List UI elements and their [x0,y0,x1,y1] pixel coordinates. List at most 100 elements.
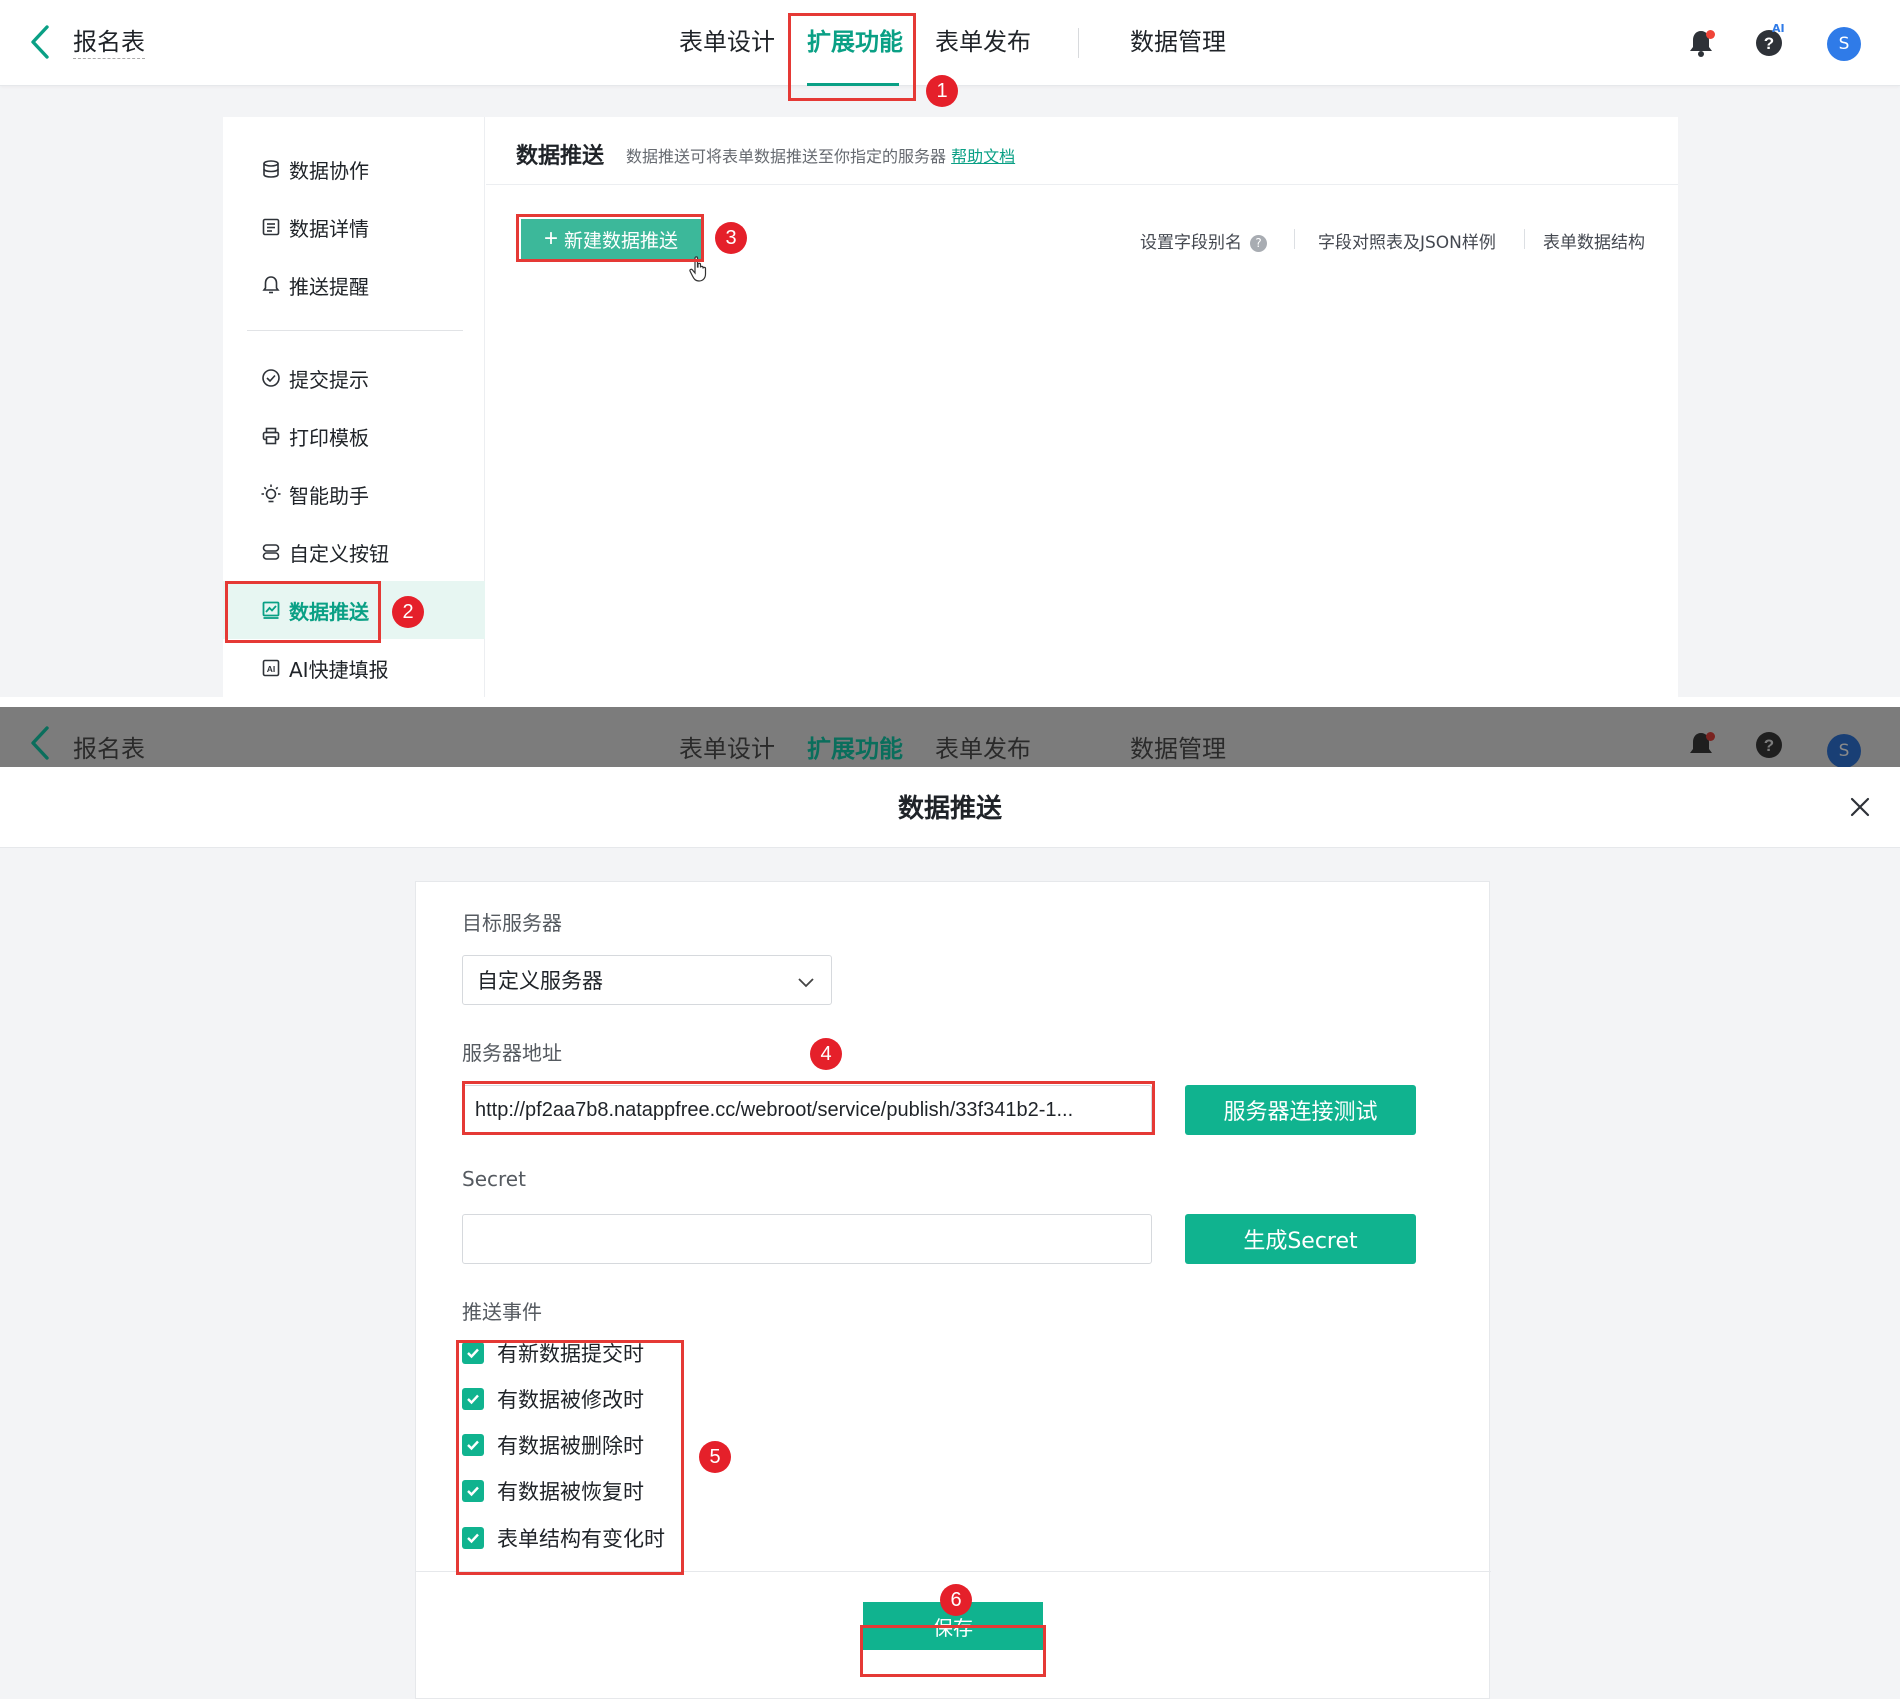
checkbox-checked-icon [462,1480,484,1502]
server-address-input[interactable] [462,1085,1152,1135]
link-separator [1524,229,1525,249]
ai-box-icon: AI [259,656,283,680]
hand-cursor-icon [688,255,710,287]
sidebar-item-label: AI快捷填报 [289,657,389,682]
event-checkbox-structure-changed[interactable]: 表单结构有变化时 [462,1522,665,1554]
lightbulb-icon [259,482,283,506]
form-title-dimmed: 报名表 [73,735,145,763]
target-server-select[interactable]: 自定义服务器 [462,955,832,1005]
sidebar-item-label: 自定义按钮 [289,541,389,566]
new-data-push-button[interactable]: + 新建数据推送 [521,219,701,259]
tab-form-design-dimmed: 表单设计 [679,735,775,763]
sidebar-divider [247,330,463,331]
plus-icon: + [543,225,558,252]
tab-form-publish[interactable]: 表单发布 [935,27,1031,57]
sidebar-item-submit-tip[interactable]: 提交提示 [223,349,485,407]
dimmed-navigation-bar: 报名表 表单设计 扩展功能 表单发布 数据管理 ? S [0,707,1900,767]
push-events-label: 推送事件 [462,1300,542,1324]
tab-extensions-dimmed: 扩展功能 [807,735,903,763]
page-description: 数据推送可将表单数据推送至你指定的服务器 帮助文档 [626,147,1016,166]
form-title[interactable]: 报名表 [73,27,145,59]
annotation-number-5: 5 [699,1441,731,1473]
chart-box-icon [259,598,283,622]
extension-content-card: 数据协作 数据详情 推送提醒 提交提示 打印模板 智能助手 自定义按钮 数据推送… [223,117,1678,697]
tab-form-publish-dimmed: 表单发布 [935,735,1031,763]
event-checkbox-restored[interactable]: 有数据被恢复时 [462,1475,644,1507]
annotation-number-2: 2 [392,596,424,628]
modal-title: 数据推送 [897,794,1002,824]
tab-form-design[interactable]: 表单设计 [679,27,775,57]
user-avatar[interactable]: S [1827,27,1861,61]
sidebar-item-label: 智能助手 [289,483,369,508]
annotation-number-4: 4 [810,1038,842,1070]
sidebar-item-custom-button[interactable]: 自定义按钮 [223,523,485,581]
svg-text:?: ? [1764,34,1774,53]
notification-dot [1706,30,1715,39]
active-tab-underline [807,83,899,86]
sidebar-item-label: 推送提醒 [289,274,369,299]
tab-data-management[interactable]: 数据管理 [1130,27,1226,57]
back-arrow-icon[interactable] [22,22,58,62]
question-icon: ? [1250,234,1267,252]
field-json-sample-link[interactable]: 字段对照表及JSON样例 [1318,228,1496,253]
nav-separator [1078,28,1079,58]
generate-secret-button[interactable]: 生成Secret [1185,1214,1416,1264]
checkbox-checked-icon [462,1527,484,1549]
document-list-icon [259,215,283,239]
help-ai-icon: ? [1751,727,1787,763]
tab-data-management-dimmed: 数据管理 [1130,735,1226,763]
sidebar-item-label: 提交提示 [289,367,369,392]
sidebar-item-smart-assistant[interactable]: 智能助手 [223,465,485,523]
sidebar-item-label: 数据推送 [289,599,369,624]
sidebar-item-data-push[interactable]: 数据推送 [223,581,485,639]
chevron-down-icon [797,972,815,996]
annotation-number-3: 3 [715,222,747,254]
screenshot-divider [0,697,1900,707]
notification-bell-icon[interactable] [1683,25,1719,61]
set-field-alias-link[interactable]: 设置字段别名? [1140,228,1267,253]
form-footer-divider [416,1571,1491,1572]
modal-header: 数据推送 [0,767,1900,848]
checkbox-checked-icon [462,1434,484,1456]
event-checkbox-new-submit[interactable]: 有新数据提交时 [462,1337,644,1369]
printer-icon [259,424,283,448]
data-push-form: 目标服务器 自定义服务器 服务器地址 服务器连接测试 Secret 生成Secr… [415,881,1491,1699]
event-checkbox-deleted[interactable]: 有数据被删除时 [462,1429,644,1461]
sidebar-item-push-reminder[interactable]: 推送提醒 [223,256,485,314]
sidebar-item-data-details[interactable]: 数据详情 [223,198,485,256]
help-doc-link[interactable]: 帮助文档 [951,147,1015,166]
secret-label: Secret [462,1167,526,1191]
link-separator [1294,229,1295,249]
button-stack-icon [259,540,283,564]
check-circle-icon [259,366,283,390]
secret-input[interactable] [462,1214,1152,1264]
svg-text:?: ? [1764,736,1774,755]
sidebar-item-label: 打印模板 [289,425,369,450]
checkbox-checked-icon [462,1342,484,1364]
tab-extensions[interactable]: 扩展功能 [807,27,903,57]
close-icon[interactable] [1842,789,1878,825]
database-icon [259,157,283,181]
user-avatar-dimmed: S [1827,734,1861,767]
sidebar-item-print-template[interactable]: 打印模板 [223,407,485,465]
server-connection-test-button[interactable]: 服务器连接测试 [1185,1085,1416,1135]
sidebar-item-label: 数据协作 [289,158,369,183]
sidebar-item-label: 数据详情 [289,216,369,241]
bell-icon [259,273,283,297]
notification-bell-icon [1683,727,1719,763]
server-address-label: 服务器地址 [462,1041,562,1065]
top-screenshot-panel: 报名表 表单设计 扩展功能 表单发布 数据管理 ? AI S 数据协作 数据详情… [0,0,1900,697]
sidebar-item-data-collaboration[interactable]: 数据协作 [223,140,485,198]
bottom-screenshot-panel: 报名表 表单设计 扩展功能 表单发布 数据管理 ? S 数据推送 目标服务器 自… [0,707,1900,1699]
page-title: 数据推送 [516,144,605,169]
annotation-number-1: 1 [926,75,958,107]
extension-sidebar: 数据协作 数据详情 推送提醒 提交提示 打印模板 智能助手 自定义按钮 数据推送… [223,117,485,697]
ai-badge: AI [1772,22,1785,35]
event-checkbox-modified[interactable]: 有数据被修改时 [462,1383,644,1415]
form-data-structure-link[interactable]: 表单数据结构 [1543,228,1645,253]
annotation-number-6: 6 [940,1584,972,1616]
target-server-label: 目标服务器 [462,911,562,935]
sidebar-item-ai-quick-fill[interactable]: AI AI快捷填报 [223,639,485,697]
top-navigation-bar: 报名表 表单设计 扩展功能 表单发布 数据管理 ? AI S [0,0,1900,86]
svg-text:AI: AI [267,664,276,674]
